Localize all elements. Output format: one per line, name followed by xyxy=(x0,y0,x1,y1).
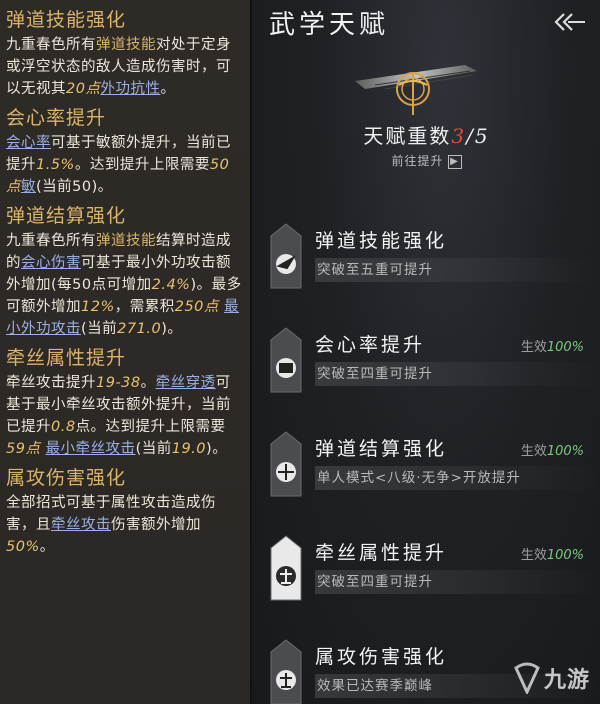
detail-section: 弹道结算强化九重春色所有弹道技能结算时造成的会心伤害可基于最小外功攻击额外增加(… xyxy=(6,202,244,340)
talent-requirement: 突破至四重可提升 xyxy=(315,362,600,386)
highlight-text: 1.5% xyxy=(36,157,75,173)
goto-upgrade-link[interactable]: 前往提升 ▶ xyxy=(253,152,600,169)
body-text: 。达到提升上限需要 xyxy=(74,157,210,173)
talent-status: 生效100% xyxy=(521,336,584,355)
stat-link[interactable]: 敏 xyxy=(21,179,36,195)
body-text: (当前 xyxy=(135,441,172,457)
highlight-text: 12% xyxy=(81,299,115,315)
rank-max: 5 xyxy=(474,124,490,148)
highlight-text: 弹道技能 xyxy=(96,37,156,53)
body-text: ，需累积 xyxy=(114,299,175,315)
talent-badge-icon xyxy=(270,639,302,704)
body-text: 。 xyxy=(160,81,176,97)
highlight-text: 50% xyxy=(6,539,40,555)
rank-separator: / xyxy=(466,124,475,148)
watermark-logo: 九游 xyxy=(506,656,592,696)
detail-section: 属攻伤害强化 全部招式可基于属性攻击造成伤害，且牵丝攻击伤害额外增加50%。 xyxy=(6,464,244,558)
talent-title: 牵丝属性提升 xyxy=(315,542,448,564)
detail-section-title: 弹道技能强化 xyxy=(6,9,127,31)
detail-section-body: 会心率可基于敏额外提升，当前已提升1.5%。达到提升上限需要50点敏(当前50)… xyxy=(6,132,244,198)
body-text: (当前50)。 xyxy=(36,179,113,195)
talent-status: 生效100% xyxy=(521,440,584,459)
rank-label: 天赋重数 xyxy=(363,124,452,148)
body-text: 。 xyxy=(39,539,55,555)
talent-badge-icon xyxy=(270,327,302,393)
talent-status: 生效100% xyxy=(521,544,584,563)
detail-section: 弹道技能强化九重春色所有弹道技能对处于定身或浮空状态的敌人造成伤害时，可以无视其… xyxy=(6,6,244,100)
detail-section: 会心率提升会心率可基于敏额外提升，当前已提升1.5%。达到提升上限需要50点敏(… xyxy=(6,104,244,198)
stat-link[interactable]: 最小牵丝攻击 xyxy=(46,441,136,457)
highlight-text: 2.4% xyxy=(151,277,191,293)
highlight-text: 20点 xyxy=(66,81,101,97)
body-text: (当前 xyxy=(81,321,118,337)
highlight-text: 19.0 xyxy=(171,441,207,457)
body-text: 点。达到提升上限需要 xyxy=(75,419,226,435)
talent-row[interactable]: 弹道结算强化 生效100% 单人模式<八级·无争>开放提升 xyxy=(269,430,600,500)
panel-title: 武学天赋 xyxy=(269,10,390,40)
talent-title: 属攻伤害强化 xyxy=(315,646,448,668)
highlight-text: 19-38 xyxy=(96,375,141,391)
stat-link[interactable]: 会心伤害 xyxy=(21,255,81,271)
body-text: )。 xyxy=(206,441,228,457)
body-text: 牵丝攻击提升 xyxy=(6,375,96,391)
stat-link[interactable]: 会心率 xyxy=(6,135,51,151)
body-text: 九重春色所有 xyxy=(6,233,96,249)
detail-section: 牵丝属性提升牵丝攻击提升19-38。牵丝穿透可基于最小牵丝攻击额外提升，当前已提… xyxy=(6,344,244,460)
detail-section-title: 牵丝属性提升 xyxy=(6,347,127,369)
talent-requirement: 单人模式<八级·无争>开放提升 xyxy=(315,466,600,490)
body-text: )。 xyxy=(161,321,183,337)
talent-detail-panel: 弹道技能强化九重春色所有弹道技能对处于定身或浮空状态的敌人造成伤害时，可以无视其… xyxy=(0,0,252,704)
talent-row[interactable]: 弹道技能强化突破至五重可提升 xyxy=(269,222,600,292)
rank-current: 3 xyxy=(451,124,467,148)
talent-row[interactable]: 牵丝属性提升 生效100% 突破至四重可提升 xyxy=(269,534,600,604)
stat-link[interactable]: 外功抗性 xyxy=(100,81,160,97)
talent-panel: 武学天赋 天赋重数3/5 前往提升 ▶ 弹道技能强化 突破至五重可提升 会心率提… xyxy=(253,0,600,704)
status-percent: 100% xyxy=(546,548,584,563)
talent-row[interactable]: 会心率提升 生效100% 突破至四重可提升 xyxy=(269,326,600,396)
talent-badge-icon xyxy=(270,223,302,289)
status-label: 生效 xyxy=(520,444,547,459)
talent-title: 弹道技能强化 xyxy=(315,230,448,252)
detail-section-body: 九重春色所有弹道技能对处于定身或浮空状态的敌人造成伤害时，可以无视其20点外功抗… xyxy=(6,34,244,100)
stat-link[interactable]: 牵丝穿透 xyxy=(156,375,216,391)
highlight-text: 0.8 xyxy=(51,419,76,435)
talent-requirement: 突破至五重可提升 xyxy=(315,258,600,282)
goto-label: 前往提升 xyxy=(391,154,444,168)
highlight-text: 弹道技能 xyxy=(96,233,156,249)
talent-title: 弹道结算强化 xyxy=(315,438,448,460)
status-label: 生效 xyxy=(520,548,547,563)
talent-badge-icon xyxy=(270,431,302,497)
back-arrow-icon[interactable] xyxy=(550,10,586,34)
status-percent: 100% xyxy=(546,340,584,355)
detail-section-title: 会心率提升 xyxy=(6,107,107,129)
talent-title: 会心率提升 xyxy=(315,334,426,356)
watermark-icon xyxy=(514,662,540,694)
stat-link[interactable]: 牵丝攻击 xyxy=(51,517,111,533)
status-label: 生效 xyxy=(520,340,547,355)
watermark-text: 九游 xyxy=(543,668,590,693)
body-text: 伤害额外增加 xyxy=(111,517,201,533)
highlight-text: 250点 xyxy=(174,299,219,315)
goto-arrow-icon: ▶ xyxy=(447,154,462,169)
talent-emblem-icon xyxy=(355,65,477,115)
detail-section-title: 弹道结算强化 xyxy=(6,205,127,227)
detail-section-body: 牵丝攻击提升19-38。牵丝穿透可基于最小牵丝攻击额外提升，当前已提升0.8点。… xyxy=(6,372,244,460)
talent-badge-icon xyxy=(270,535,302,601)
body-text: 九重春色所有 xyxy=(6,37,96,53)
status-percent: 100% xyxy=(546,444,584,459)
talent-requirement: 突破至四重可提升 xyxy=(315,570,600,594)
detail-section-title: 属攻伤害强化 xyxy=(6,467,127,489)
talent-rank: 天赋重数3/5 xyxy=(253,120,600,149)
highlight-text: 271.0 xyxy=(117,321,162,337)
detail-section-body: 九重春色所有弹道技能结算时造成的会心伤害可基于最小外功攻击额外增加(每50点可增… xyxy=(6,230,244,340)
body-text: 。 xyxy=(140,375,156,391)
detail-section-body: 全部招式可基于属性攻击造成伤害，且牵丝攻击伤害额外增加50%。 xyxy=(6,492,244,558)
highlight-text: 59点 xyxy=(6,441,41,457)
